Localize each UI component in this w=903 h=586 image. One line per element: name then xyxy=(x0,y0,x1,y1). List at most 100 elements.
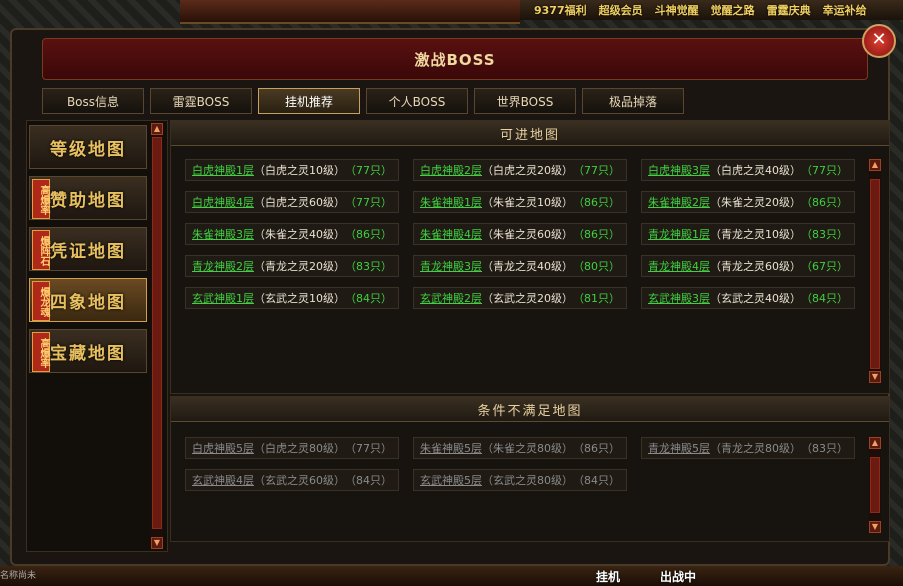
locked-scrollbar[interactable]: ▲ ▼ xyxy=(869,437,881,533)
hang-button[interactable]: 挂机 xyxy=(596,568,620,586)
map-link[interactable]: 玄武神殿3层 xyxy=(648,290,710,306)
tab-2[interactable]: 挂机推荐 xyxy=(258,88,360,114)
map-entry[interactable]: 玄武神殿3层 （玄武之灵40级） （84只） xyxy=(641,287,855,309)
category-scrollbar[interactable]: ▲ ▼ xyxy=(151,123,163,549)
map-link[interactable]: 青龙神殿2层 xyxy=(192,258,254,274)
map-category-button[interactable]: 爆阵石 凭证地图 xyxy=(29,227,147,271)
map-category-button[interactable]: 爆龙魂 四象地图 xyxy=(29,278,147,322)
scroll-up-arrow[interactable]: ▲ xyxy=(869,159,881,171)
boss-level: （白虎之灵80级） xyxy=(254,442,345,455)
category-badge: 高爆率 xyxy=(32,332,50,372)
map-link[interactable]: 白虎神殿3层 xyxy=(648,162,710,178)
map-link[interactable]: 朱雀神殿3层 xyxy=(192,226,254,242)
map-category-button[interactable]: 高爆率 赞助地图 xyxy=(29,176,147,220)
scroll-thumb[interactable] xyxy=(870,179,880,369)
map-entry[interactable]: 白虎神殿4层 （白虎之灵60级） （77只） xyxy=(185,191,399,213)
map-link[interactable]: 白虎神殿2层 xyxy=(420,162,482,178)
player-name-hint: 名称尚未 xyxy=(0,571,37,581)
map-link: 玄武神殿5层 xyxy=(420,474,482,487)
scroll-up-arrow[interactable]: ▲ xyxy=(151,123,163,135)
map-entry[interactable]: 青龙神殿4层 （青龙之灵60级） （67只） xyxy=(641,255,855,277)
boss-count: （83只） xyxy=(801,228,848,241)
tab-4[interactable]: 世界BOSS xyxy=(474,88,576,114)
category-label: 等级地图 xyxy=(50,139,126,160)
map-entry[interactable]: 青龙神殿2层 （青龙之灵20级） （83只） xyxy=(185,255,399,277)
scroll-thumb[interactable] xyxy=(152,137,162,529)
scroll-down-arrow[interactable]: ▼ xyxy=(869,521,881,533)
top-menu-item[interactable]: 幸运补给 xyxy=(823,2,867,18)
category-label: 凭证地图 xyxy=(50,241,126,262)
map-entry[interactable]: 青龙神殿1层 （青龙之灵10级） （83只） xyxy=(641,223,855,245)
map-entry[interactable]: 白虎神殿2层 （白虎之灵20级） （77只） xyxy=(413,159,627,181)
map-link[interactable]: 朱雀神殿1层 xyxy=(420,194,482,210)
category-label: 赞助地图 xyxy=(50,190,126,211)
map-link[interactable]: 白虎神殿4层 xyxy=(192,194,254,210)
map-entry[interactable]: 白虎神殿3层 （白虎之灵40级） （77只） xyxy=(641,159,855,181)
top-menu-item[interactable]: 斗神觉醒 xyxy=(655,2,699,18)
map-entry[interactable]: 朱雀神殿1层 （朱雀之灵10级） （86只） xyxy=(413,191,627,213)
tab-3[interactable]: 个人BOSS xyxy=(366,88,468,114)
boss-count: （80只） xyxy=(573,260,620,273)
boss-dialog: 激战BOSS ✕ Boss信息 雷霆BOSS 挂机推荐 个人BOSS 世界BOSS 极品掉… xyxy=(10,24,896,566)
boss-level: （朱雀之灵40级） xyxy=(254,228,345,241)
boss-level: （青龙之灵20级） xyxy=(254,260,345,273)
boss-count: （86只） xyxy=(801,196,848,209)
map-entry[interactable]: 玄武神殿2层 （玄武之灵20级） （81只） xyxy=(413,287,627,309)
map-entry[interactable]: 朱雀神殿2层 （朱雀之灵20级） （86只） xyxy=(641,191,855,213)
map-link[interactable]: 朱雀神殿2层 xyxy=(648,194,710,210)
map-category-panel: ▲ ▼ 等级地图 高爆率 赞助地图 爆阵石 凭证地图 爆龙魂 四象地图 高爆率 宝藏地图 xyxy=(26,120,168,552)
map-category-button[interactable]: 高爆率 宝藏地图 xyxy=(29,329,147,373)
top-menu-item[interactable]: 觉醒之路 xyxy=(711,2,755,18)
map-entry[interactable]: 玄武神殿1层 （玄武之灵10级） （84只） xyxy=(185,287,399,309)
close-button[interactable]: ✕ xyxy=(862,24,896,58)
bottom-bar: 名称尚未 挂机 出战中 xyxy=(0,566,903,586)
tab-1[interactable]: 雷霆BOSS xyxy=(150,88,252,114)
dialog-titlebar: 激战BOSS xyxy=(42,38,868,80)
top-menu-item[interactable]: 超级会员 xyxy=(599,2,643,18)
available-scrollbar[interactable]: ▲ ▼ xyxy=(869,159,881,383)
map-link[interactable]: 白虎神殿1层 xyxy=(192,162,254,178)
map-link[interactable]: 朱雀神殿4层 xyxy=(420,226,482,242)
boss-count: （86只） xyxy=(573,196,620,209)
scroll-down-arrow[interactable]: ▼ xyxy=(869,371,881,383)
boss-count: （77只） xyxy=(801,164,848,177)
top-menu-item[interactable]: 9377福利 xyxy=(534,2,587,18)
category-badge: 爆龙魂 xyxy=(32,281,50,321)
top-menu-item[interactable]: 雷霆庆典 xyxy=(767,2,811,18)
tab-0[interactable]: Boss信息 xyxy=(42,88,144,114)
scroll-up-arrow[interactable]: ▲ xyxy=(869,437,881,449)
map-entry: 玄武神殿4层 （玄武之灵60级） （84只） xyxy=(185,469,399,491)
boss-count: （81只） xyxy=(573,292,620,305)
map-link[interactable]: 青龙神殿1层 xyxy=(648,226,710,242)
scroll-thumb[interactable] xyxy=(870,457,880,513)
map-entry[interactable]: 青龙神殿3层 （青龙之灵40级） （80只） xyxy=(413,255,627,277)
map-entry: 青龙神殿5层 （青龙之灵80级） （83只） xyxy=(641,437,855,459)
map-link[interactable]: 玄武神殿2层 xyxy=(420,290,482,306)
boss-level: （玄武之灵60级） xyxy=(254,474,345,487)
map-entry[interactable]: 朱雀神殿3层 （朱雀之灵40级） （86只） xyxy=(185,223,399,245)
map-link[interactable]: 青龙神殿3层 xyxy=(420,258,482,274)
map-link[interactable]: 玄武神殿1层 xyxy=(192,290,254,306)
boss-count: （77只） xyxy=(345,442,392,455)
map-category-button[interactable]: 等级地图 xyxy=(29,125,147,169)
fighting-button[interactable]: 出战中 xyxy=(660,568,696,586)
category-badge: 爆阵石 xyxy=(32,230,50,270)
scroll-down-arrow[interactable]: ▼ xyxy=(151,537,163,549)
map-entry: 白虎神殿5层 （白虎之灵80级） （77只） xyxy=(185,437,399,459)
map-entry[interactable]: 朱雀神殿4层 （朱雀之灵60级） （86只） xyxy=(413,223,627,245)
map-link[interactable]: 青龙神殿4层 xyxy=(648,258,710,274)
boss-level: （青龙之灵40级） xyxy=(482,260,573,273)
boss-count: （83只） xyxy=(801,442,848,455)
tab-5[interactable]: 极品掉落 xyxy=(582,88,684,114)
map-entry[interactable]: 白虎神殿1层 （白虎之灵10级） （77只） xyxy=(185,159,399,181)
boss-level: （白虎之灵20级） xyxy=(482,164,573,177)
map-link: 朱雀神殿5层 xyxy=(420,442,482,455)
top-ornament xyxy=(180,0,520,24)
locked-maps-section: 条件不满足地图 白虎神殿5层 （白虎之灵80级） （77只） 朱雀神殿5层 （朱雀之灵8… xyxy=(170,396,890,542)
boss-count: （84只） xyxy=(345,474,392,487)
map-entry: 朱雀神殿5层 （朱雀之灵80级） （86只） xyxy=(413,437,627,459)
boss-count: （83只） xyxy=(345,260,392,273)
tab-bar: Boss信息 雷霆BOSS 挂机推荐 个人BOSS 世界BOSS 极品掉落 xyxy=(42,88,684,116)
boss-level: （青龙之灵10级） xyxy=(710,228,801,241)
boss-level: （朱雀之灵20级） xyxy=(710,196,801,209)
